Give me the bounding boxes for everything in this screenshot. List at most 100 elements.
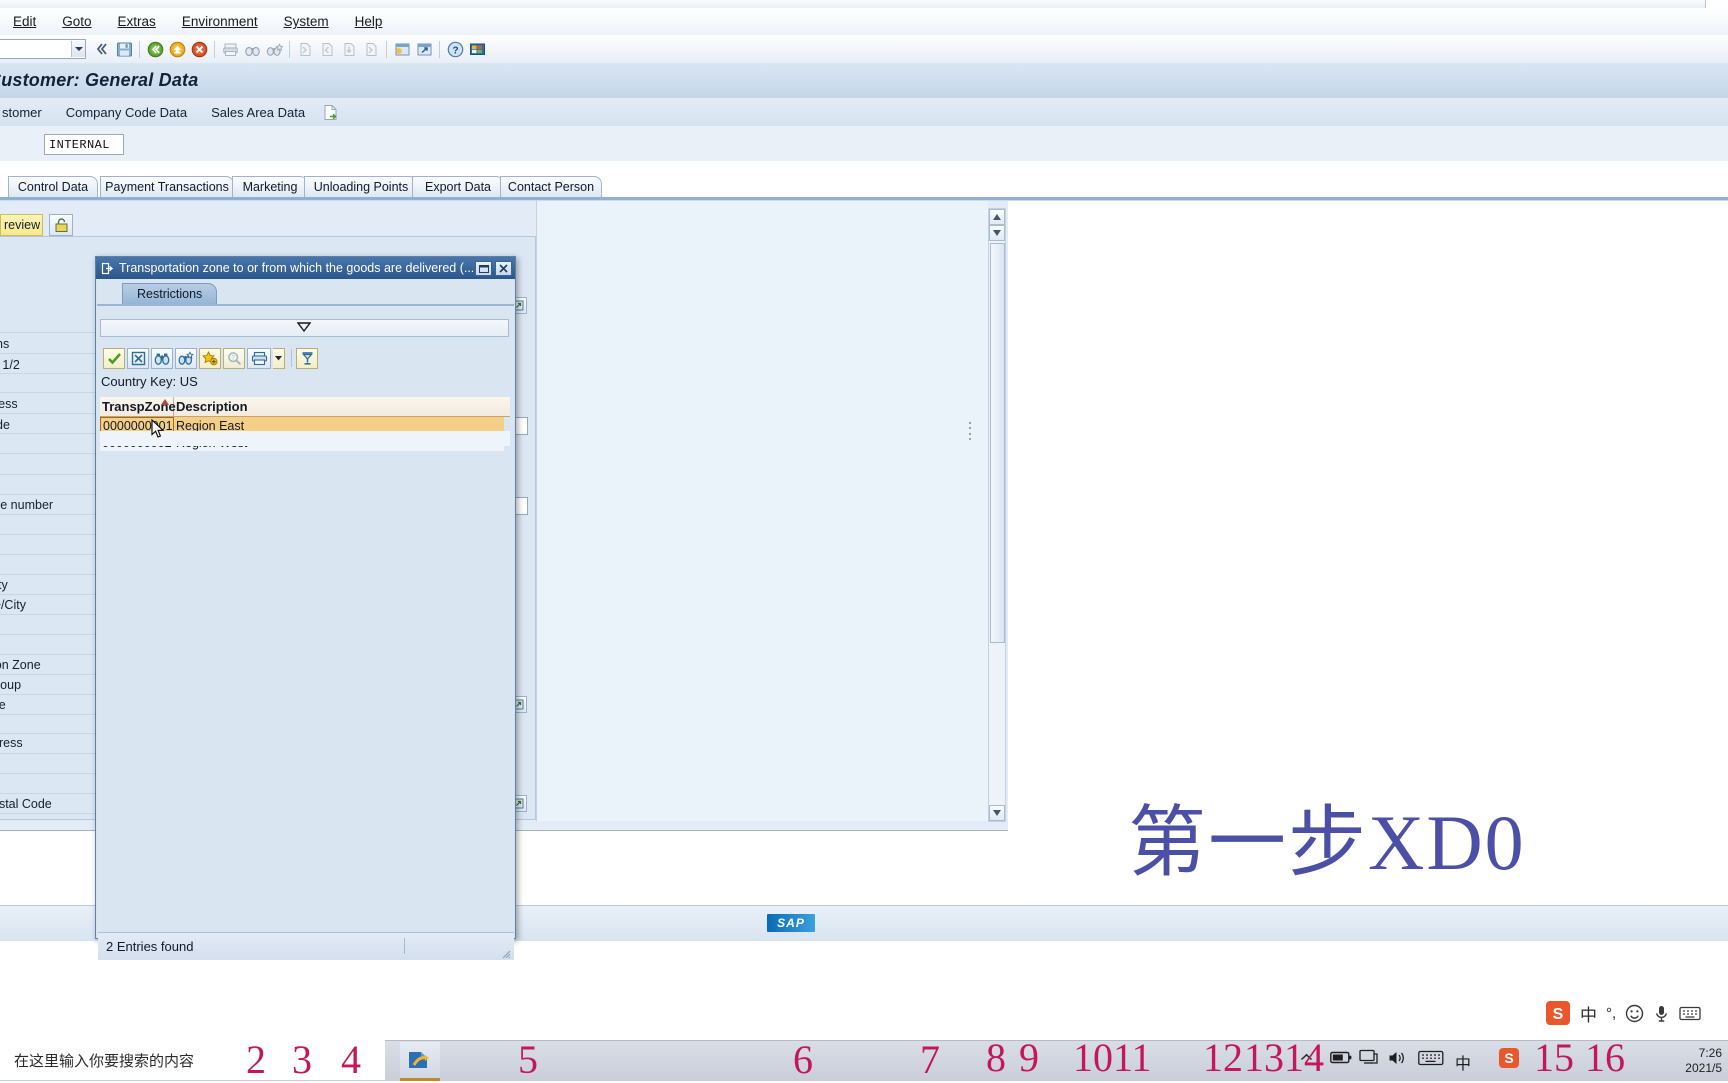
scroll-thumb[interactable] <box>990 243 1005 643</box>
scroll-bottom-button[interactable] <box>989 805 1005 821</box>
svg-text:?: ? <box>452 45 458 56</box>
back-chevrons-icon[interactable] <box>92 39 112 59</box>
menu-help[interactable]: Help <box>342 11 396 32</box>
find-next-icon[interactable] <box>175 347 197 369</box>
ime-punctuation-label[interactable]: °, <box>1606 1005 1616 1022</box>
command-field[interactable] <box>0 39 86 59</box>
preview-button-label: review <box>4 218 41 232</box>
watermark-annotation: 第一步XD0 <box>1128 799 1526 886</box>
print-menu-icon[interactable] <box>273 347 285 369</box>
dialog-body: Restrictions ? Country Key: US TranspZon… <box>97 279 514 960</box>
menu-extras[interactable]: Extras <box>105 11 169 32</box>
resize-grip[interactable] <box>499 946 511 959</box>
preview-button[interactable]: review <box>0 214 43 236</box>
dialog-title-text: Transportation zone to or from which the… <box>119 261 475 275</box>
tab-marketing-label: Marketing <box>242 180 298 194</box>
content-vertical-scrollbar[interactable] <box>988 208 1006 822</box>
back-green-icon[interactable] <box>145 39 165 59</box>
menu-system[interactable]: System <box>271 11 342 32</box>
personal-values-icon[interactable] <box>296 347 318 369</box>
print-icon[interactable] <box>247 347 271 369</box>
layout-menu-icon[interactable] <box>467 39 487 59</box>
tab-export-data[interactable]: Export Data <box>412 176 504 197</box>
dialog-title-bar[interactable]: Transportation zone to or from which the… <box>96 257 515 279</box>
appbtn-sales-area-data[interactable]: Sales Area Data <box>199 102 317 123</box>
tab-control-data[interactable]: Control Data <box>8 176 98 197</box>
ime-mode-label[interactable]: 中 <box>1580 1001 1597 1026</box>
create-session-icon[interactable] <box>392 39 412 59</box>
help-icon[interactable]: ? <box>445 39 465 59</box>
save-icon[interactable] <box>114 39 134 59</box>
toolbar-separator-4 <box>386 40 387 58</box>
scroll-down-button[interactable] <box>989 225 1005 241</box>
close-icon[interactable] <box>495 260 512 276</box>
column-header-transpzone[interactable]: TranspZone <box>100 397 176 416</box>
find-next-icon[interactable] <box>264 39 284 59</box>
first-page-icon[interactable] <box>295 39 315 59</box>
smiley-icon[interactable] <box>1625 1004 1644 1023</box>
mic-icon[interactable] <box>1653 1004 1670 1023</box>
create-shortcut-icon[interactable] <box>414 39 434 59</box>
form-label-house-number: se number <box>0 498 54 512</box>
splitter-dot <box>969 432 971 435</box>
keyboard-icon[interactable] <box>1418 1050 1444 1066</box>
next-page-icon[interactable] <box>339 39 359 59</box>
scroll-up-button[interactable] <box>989 209 1005 225</box>
customer-number-field[interactable]: INTERNAL <box>44 134 124 155</box>
appbtn-company-code-data[interactable]: Company Code Data <box>54 102 199 123</box>
battery-icon[interactable] <box>1330 1051 1352 1064</box>
taskbar-clock[interactable]: 7:26 2021/5 <box>1685 1046 1722 1076</box>
ime-chinese-icon[interactable]: 中 <box>1455 1050 1471 1074</box>
sogou-tray-icon[interactable]: S <box>1498 1047 1520 1069</box>
column-header-description[interactable]: Description <box>174 397 504 416</box>
tab-marketing[interactable]: Marketing <box>232 176 308 197</box>
exit-yellow-icon[interactable] <box>167 39 187 59</box>
right-form-pane <box>536 201 988 821</box>
sogou-s-icon[interactable]: S <box>1545 1000 1571 1026</box>
annotation-number-13: 13 <box>1244 1035 1284 1080</box>
tab-payment-transactions[interactable]: Payment Transactions <box>100 176 234 197</box>
appbtn-customer[interactable]: stomer <box>0 102 54 123</box>
print-icon[interactable] <box>220 39 240 59</box>
form-divider-25 <box>0 813 96 814</box>
display-icon[interactable] <box>1359 1049 1378 1066</box>
document-export-icon[interactable] <box>323 104 338 121</box>
pane-splitter-handle[interactable] <box>966 420 974 442</box>
annotation-number-16: 16 <box>1585 1035 1625 1080</box>
status-divider <box>404 938 405 954</box>
form-label-transportation-zone: ion Zone <box>0 658 41 672</box>
taskbar-sap-logon-icon[interactable] <box>400 1042 440 1081</box>
last-page-icon[interactable] <box>361 39 381 59</box>
cancel-red-icon[interactable] <box>189 39 209 59</box>
dialog-tab-restrictions[interactable]: Restrictions <box>122 283 218 304</box>
tab-export-data-label: Export Data <box>424 180 491 194</box>
dialog-status-bar: 2 Entries found <box>98 932 514 960</box>
restore-icon[interactable] <box>475 260 492 276</box>
keyboard-icon[interactable] <box>1679 1005 1701 1022</box>
tab-unloading-points[interactable]: Unloading Points <box>304 176 418 197</box>
appbtn-company-code-data-label: Company Code Data <box>65 104 188 120</box>
dialog-status-text: 2 Entries found <box>106 939 194 954</box>
cancel-blue-icon[interactable] <box>127 347 149 369</box>
address-lock-icon[interactable] <box>49 214 73 236</box>
add-favorite-icon[interactable] <box>199 347 221 369</box>
find-binoculars-icon[interactable] <box>151 347 173 369</box>
screen-title-bar: Customer: General Data <box>0 63 1728 99</box>
command-field-dropdown[interactable] <box>71 41 85 57</box>
taskbar-search-box[interactable]: 在这里输入你要搜索的内容 <box>0 1040 385 1080</box>
menu-environment[interactable]: Environment <box>169 11 271 32</box>
find-icon[interactable] <box>242 39 262 59</box>
volume-icon[interactable] <box>1388 1050 1408 1066</box>
tab-contact-person[interactable]: Contact Person <box>500 176 602 197</box>
menu-extras-label: Extras <box>117 14 156 29</box>
search-help-icon[interactable]: ? <box>223 347 245 369</box>
form-divider-24 <box>0 793 96 794</box>
search-help-dialog: Transportation zone to or from which the… <box>95 256 516 960</box>
menu-goto[interactable]: Goto <box>49 11 104 32</box>
form-divider-22 <box>0 753 96 754</box>
mouse-cursor-secondary <box>296 322 312 340</box>
previous-page-icon[interactable] <box>317 39 337 59</box>
menu-edit[interactable]: Edit <box>0 11 49 32</box>
check-green-icon[interactable] <box>103 347 125 369</box>
form-divider-8 <box>0 474 96 475</box>
